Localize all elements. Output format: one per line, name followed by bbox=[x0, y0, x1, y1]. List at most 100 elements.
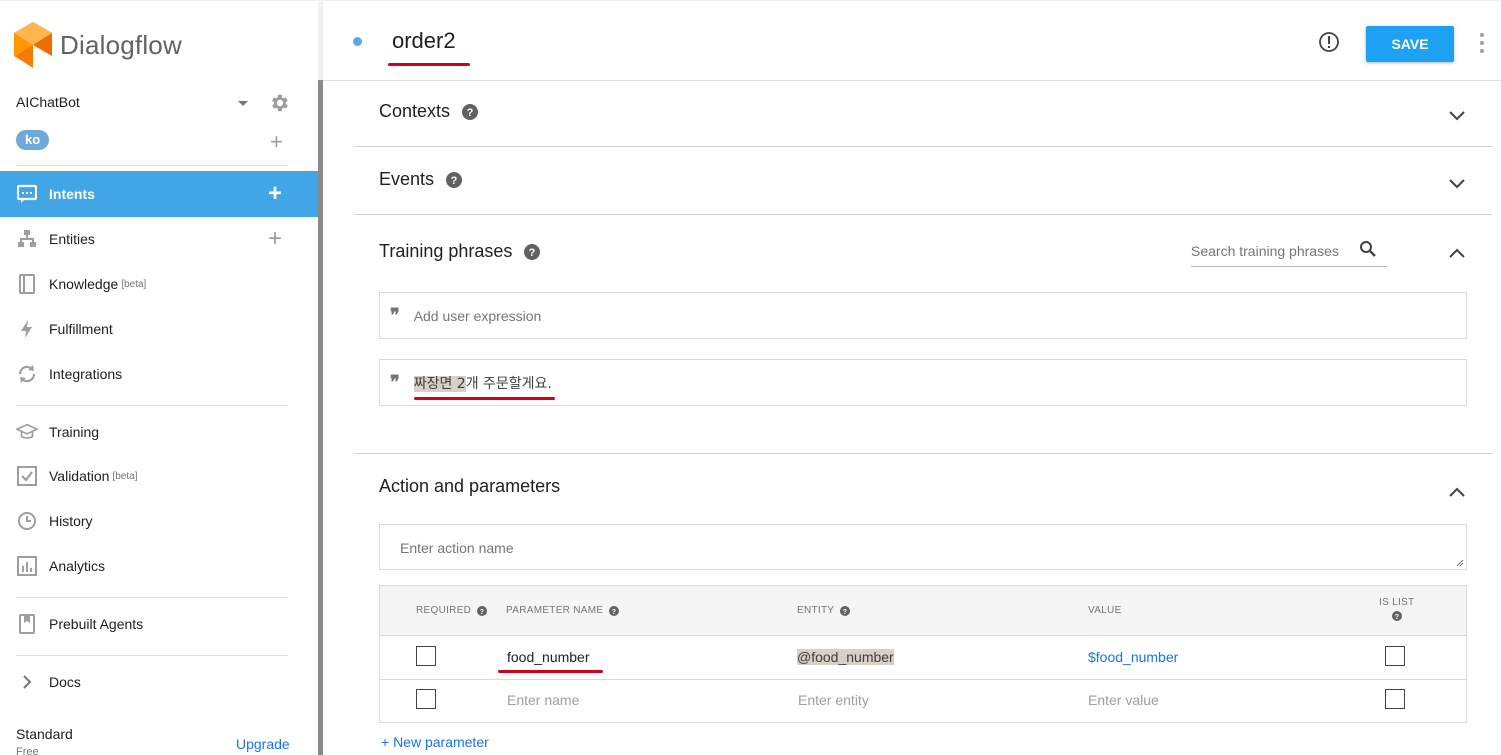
training-phrase-text[interactable]: 짜장면 2개 주문할게요. bbox=[413, 373, 552, 393]
chevron-up-icon[interactable] bbox=[1448, 486, 1466, 498]
sidebar: Dialogflow AIChatBot ko + Intents + Enti… bbox=[0, 0, 318, 755]
brand-name: Dialogflow bbox=[60, 29, 182, 60]
entities-icon bbox=[16, 228, 38, 250]
sidebar-item-knowledge[interactable]: Knowledge [beta] bbox=[0, 262, 318, 306]
beta-badge: [beta] bbox=[121, 278, 147, 290]
action-name-field[interactable] bbox=[379, 524, 1467, 570]
sidebar-item-entities[interactable]: Entities + bbox=[0, 217, 318, 261]
table-header: REQUIRED ? PARAMETER NAME ? ENTITY ? VAL… bbox=[380, 586, 1466, 636]
sidebar-item-fulfillment[interactable]: Fulfillment bbox=[0, 307, 318, 351]
value-cell[interactable]: $food_number bbox=[1088, 649, 1178, 665]
save-button[interactable]: SAVE bbox=[1366, 26, 1454, 62]
parameters-table: REQUIRED ? PARAMETER NAME ? ENTITY ? VAL… bbox=[379, 585, 1467, 723]
sidebar-item-docs[interactable]: Docs bbox=[0, 660, 318, 704]
section-title: Action and parameters bbox=[379, 476, 561, 496]
sidebar-item-label: Fulfillment bbox=[49, 321, 113, 337]
resize-grip-icon[interactable] bbox=[1456, 559, 1464, 567]
chevron-right-icon bbox=[16, 671, 38, 693]
svg-text:?: ? bbox=[480, 609, 485, 616]
divider bbox=[16, 165, 288, 166]
agent-name: AIChatBot bbox=[16, 94, 80, 110]
column-header-entity: ENTITY ? bbox=[797, 605, 851, 616]
language-badge[interactable]: ko bbox=[16, 130, 50, 150]
intent-name-input[interactable]: order2 bbox=[392, 28, 456, 54]
brand[interactable]: Dialogflow bbox=[14, 21, 182, 69]
search-training-input[interactable] bbox=[1191, 243, 1356, 259]
chevron-down-icon[interactable] bbox=[238, 101, 248, 106]
bookmark-book-icon bbox=[16, 613, 38, 635]
required-checkbox[interactable] bbox=[416, 646, 436, 666]
divider bbox=[16, 405, 288, 406]
info-alert-icon[interactable] bbox=[1318, 31, 1340, 53]
parameter-name-cell[interactable]: food_number bbox=[507, 649, 590, 665]
entity-cell[interactable]: @food_number bbox=[797, 649, 894, 665]
enter-name-input[interactable]: Enter name bbox=[507, 692, 579, 708]
svg-text:?: ? bbox=[451, 175, 458, 187]
intents-icon bbox=[16, 183, 38, 205]
sidebar-scrollbar[interactable] bbox=[318, 80, 323, 755]
sidebar-item-history[interactable]: History bbox=[0, 499, 318, 543]
help-icon[interactable]: ? bbox=[524, 243, 541, 260]
is-list-checkbox[interactable] bbox=[1385, 646, 1405, 666]
add-entity-button[interactable]: + bbox=[268, 227, 282, 251]
more-vert-icon[interactable] bbox=[1479, 33, 1485, 53]
dialogflow-logo-icon bbox=[14, 22, 52, 68]
help-icon[interactable]: ? bbox=[840, 605, 851, 616]
add-expression-input[interactable] bbox=[413, 307, 1014, 324]
enter-value-input[interactable]: Enter value bbox=[1088, 692, 1159, 708]
checkbox-check-icon bbox=[16, 465, 38, 487]
section-title: Contexts bbox=[379, 101, 451, 121]
quote-icon: ❞ bbox=[390, 304, 400, 326]
sidebar-item-integrations[interactable]: Integrations bbox=[0, 352, 318, 396]
chevron-up-icon[interactable] bbox=[1448, 247, 1466, 259]
add-intent-button[interactable]: + bbox=[268, 182, 282, 206]
help-icon[interactable]: ? bbox=[1391, 611, 1402, 621]
events-section-header[interactable]: Events ? bbox=[379, 169, 463, 190]
is-list-checkbox[interactable] bbox=[1385, 689, 1405, 709]
sidebar-item-label: Integrations bbox=[49, 366, 123, 382]
sidebar-item-label: Analytics bbox=[49, 558, 106, 574]
plan-sub: Free bbox=[16, 746, 39, 755]
sidebar-item-prebuilt-agents[interactable]: Prebuilt Agents bbox=[0, 602, 318, 646]
action-parameters-section-header[interactable]: Action and parameters bbox=[379, 476, 560, 497]
training-phrases-section-header[interactable]: Training phrases ? bbox=[379, 241, 541, 262]
sidebar-item-validation[interactable]: Validation [beta] bbox=[0, 454, 318, 498]
column-header-required: REQUIRED ? bbox=[416, 605, 488, 616]
sidebar-item-label: Docs bbox=[49, 674, 81, 690]
annotated-entity[interactable]: 짜장면 2 bbox=[413, 375, 466, 392]
table-row: Enter name Enter entity Enter value bbox=[380, 678, 1466, 722]
help-icon[interactable]: ? bbox=[609, 605, 620, 616]
svg-text:?: ? bbox=[529, 247, 536, 259]
agent-selector[interactable]: AIChatBot bbox=[16, 94, 291, 114]
annotation-underline bbox=[498, 670, 603, 673]
clock-icon bbox=[16, 510, 38, 532]
chevron-down-icon[interactable] bbox=[1448, 110, 1466, 122]
upgrade-link[interactable]: Upgrade bbox=[236, 736, 290, 752]
add-language-button[interactable]: + bbox=[270, 131, 283, 153]
sync-icon bbox=[16, 363, 38, 385]
help-icon[interactable]: ? bbox=[462, 103, 479, 120]
action-name-input[interactable] bbox=[400, 540, 1000, 556]
sidebar-item-label: Training bbox=[49, 424, 100, 440]
chevron-down-icon[interactable] bbox=[1448, 178, 1466, 190]
section-divider bbox=[354, 214, 1492, 215]
table-row: food_number @food_number $food_number bbox=[380, 636, 1466, 680]
lightning-icon bbox=[16, 318, 38, 340]
divider bbox=[16, 655, 288, 656]
enter-entity-input[interactable]: Enter entity bbox=[798, 692, 869, 708]
sidebar-item-label: Prebuilt Agents bbox=[49, 616, 144, 632]
sidebar-item-analytics[interactable]: Analytics bbox=[0, 544, 318, 588]
new-parameter-link[interactable]: + New parameter bbox=[381, 734, 489, 750]
sidebar-item-label: Validation bbox=[49, 468, 110, 484]
contexts-section-header[interactable]: Contexts ? bbox=[379, 101, 479, 122]
section-divider bbox=[354, 146, 1492, 147]
add-expression-field[interactable]: ❞ bbox=[379, 292, 1467, 339]
sidebar-item-training[interactable]: Training bbox=[0, 410, 318, 454]
required-checkbox[interactable] bbox=[416, 689, 436, 709]
search-icon[interactable] bbox=[1359, 240, 1377, 258]
gear-icon[interactable] bbox=[268, 92, 290, 114]
help-icon[interactable]: ? bbox=[446, 171, 463, 188]
sidebar-item-intents[interactable]: Intents + bbox=[0, 171, 318, 217]
status-dot bbox=[353, 37, 362, 46]
help-icon[interactable]: ? bbox=[477, 605, 488, 616]
